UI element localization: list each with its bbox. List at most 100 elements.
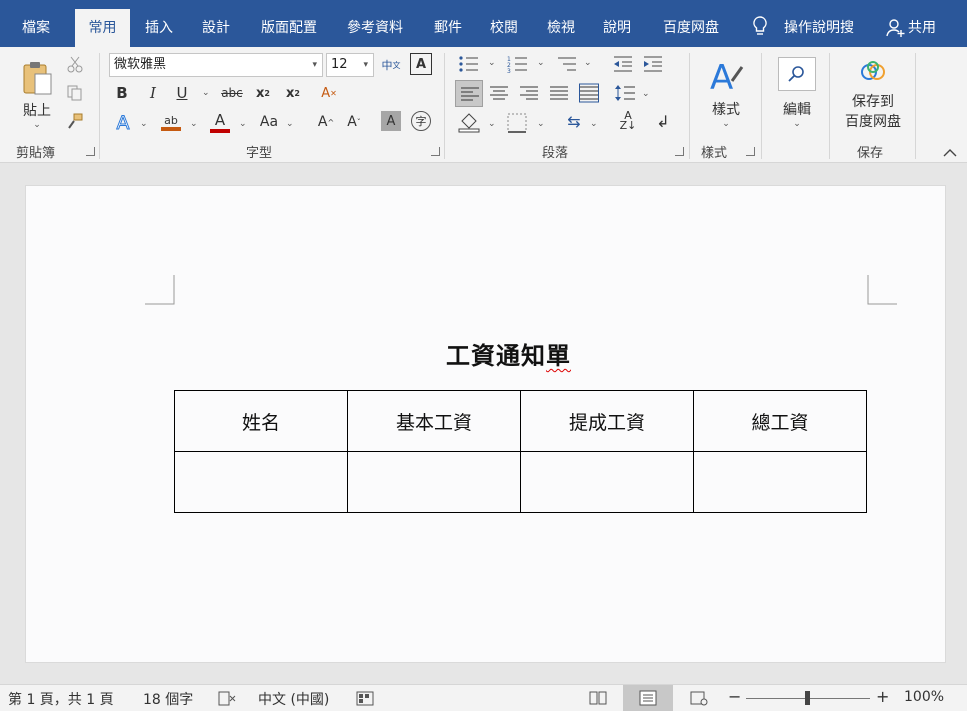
align-right-icon[interactable] (519, 85, 539, 101)
shading-icon[interactable] (458, 111, 480, 133)
tab-view[interactable]: 檢視 (537, 9, 585, 47)
tab-layout[interactable]: 版面配置 (250, 9, 328, 47)
chevron-down-icon[interactable]: ⌄ (642, 89, 650, 99)
table-cell-commission[interactable]: 提成工資 (520, 390, 694, 452)
sort-icon[interactable]: A Z↓ (617, 109, 639, 133)
web-layout-icon[interactable] (689, 690, 709, 706)
table-cell-base-salary[interactable]: 基本工資 (347, 390, 521, 452)
clipboard-launcher-icon[interactable] (86, 147, 95, 156)
share-button[interactable]: 共用 (908, 9, 936, 47)
enclose-characters-icon[interactable]: 字 (411, 111, 431, 131)
character-border-icon[interactable]: A (410, 53, 432, 75)
font-size-combo[interactable]: 12 ▾ (326, 53, 374, 77)
styles-button[interactable]: A 樣式 ⌄ (700, 53, 752, 133)
macro-record-icon[interactable] (356, 691, 374, 707)
superscript-icon[interactable]: x2 (282, 82, 304, 104)
chevron-down-icon[interactable]: ⌄ (590, 119, 598, 129)
multilevel-list-icon[interactable] (556, 55, 578, 73)
font-name-combo[interactable]: 微软雅黑 ▾ (109, 53, 323, 77)
chevron-down-icon[interactable]: ⌄ (190, 119, 198, 129)
chevron-down-icon[interactable]: ⌄ (488, 119, 496, 129)
font-group-label: 字型 (246, 146, 273, 161)
align-center-icon[interactable] (489, 85, 509, 101)
paragraph-launcher-icon[interactable] (675, 147, 684, 156)
page-count[interactable]: 第 1 頁，共 1 頁 (8, 689, 114, 709)
chevron-down-icon[interactable]: ⌄ (140, 119, 148, 129)
highlight-icon[interactable]: ab (160, 109, 182, 135)
decrease-indent-icon[interactable] (612, 55, 634, 73)
chevron-down-icon[interactable]: ⌄ (537, 119, 545, 129)
tab-home[interactable]: 常用 (75, 9, 130, 47)
distributed-icon[interactable] (579, 83, 599, 103)
tab-help[interactable]: 說明 (593, 9, 641, 47)
zoom-slider-thumb[interactable] (805, 691, 810, 705)
show-marks-icon[interactable]: ↲ (652, 109, 674, 133)
tell-me-search[interactable]: 操作說明搜 (784, 9, 854, 47)
tab-insert[interactable]: 插入 (135, 9, 183, 47)
chevron-down-icon[interactable]: ⌄ (584, 58, 592, 68)
shrink-font-icon[interactable]: Aˇ (344, 111, 364, 133)
strikethrough-icon[interactable]: abc (219, 82, 245, 104)
line-spacing-icon[interactable] (614, 83, 636, 103)
underline-icon[interactable]: U (172, 82, 192, 104)
table-cell-empty[interactable] (347, 451, 521, 513)
editing-label: 編輯 (783, 102, 811, 118)
font-color-icon[interactable]: A (209, 109, 231, 135)
word-count[interactable]: 18 個字 (143, 689, 193, 709)
document-title[interactable]: 工資通知單 (446, 336, 571, 371)
tab-design[interactable]: 設計 (192, 9, 240, 47)
collapse-ribbon-icon[interactable] (943, 148, 957, 157)
copy-icon[interactable] (66, 84, 84, 102)
bullets-icon[interactable] (458, 55, 480, 73)
font-launcher-icon[interactable] (431, 147, 440, 156)
editing-frame (778, 57, 816, 91)
table-cell-total-salary[interactable]: 總工資 (693, 390, 867, 452)
table-cell-name[interactable]: 姓名 (174, 390, 348, 452)
italic-icon[interactable]: I (143, 82, 163, 104)
asian-layout-icon[interactable]: ⇆ (562, 109, 586, 133)
save-to-baidu-button[interactable]: 保存到 百度网盘 (838, 55, 908, 135)
crop-mark-top-left (145, 275, 175, 305)
borders-icon[interactable] (507, 113, 527, 133)
chevron-down-icon[interactable]: ⌄ (202, 88, 210, 98)
chevron-down-icon[interactable]: ⌄ (537, 58, 545, 68)
proofing-icon[interactable] (218, 691, 236, 707)
chevron-down-icon[interactable]: ⌄ (488, 58, 496, 68)
character-shading-icon[interactable]: A (381, 111, 401, 131)
tab-references[interactable]: 參考資料 (336, 9, 414, 47)
tab-review[interactable]: 校閱 (480, 9, 528, 47)
zoom-out-button[interactable]: − (728, 687, 741, 706)
print-layout-button[interactable] (623, 685, 673, 711)
table-cell-empty[interactable] (520, 451, 694, 513)
text-effects-icon[interactable]: A (112, 111, 134, 135)
align-left-button[interactable] (455, 80, 483, 107)
zoom-in-button[interactable]: + (876, 687, 889, 706)
tab-mailings[interactable]: 郵件 (424, 9, 472, 47)
paragraph-group-label: 段落 (542, 146, 569, 161)
styles-launcher-icon[interactable] (746, 147, 755, 156)
zoom-level[interactable]: 100% (904, 689, 944, 705)
tab-baidu-netdisk[interactable]: 百度网盘 (652, 9, 730, 47)
table-cell-empty[interactable] (693, 451, 867, 513)
read-mode-icon[interactable] (588, 690, 608, 706)
phonetic-guide-icon[interactable]: 中文 (380, 53, 402, 77)
document-page[interactable]: 工資通知單 姓名 基本工資 提成工資 總工資 (25, 185, 946, 663)
table-cell-empty[interactable] (174, 451, 348, 513)
increase-indent-icon[interactable] (642, 55, 664, 73)
format-painter-icon[interactable] (66, 113, 84, 131)
change-case-icon[interactable]: Aa (256, 111, 282, 133)
justify-icon[interactable] (549, 85, 569, 101)
cut-icon[interactable] (66, 55, 84, 73)
subscript-icon[interactable]: x2 (252, 82, 274, 104)
font-name-value: 微软雅黑 (114, 57, 167, 72)
numbering-icon[interactable]: 123 (507, 55, 529, 73)
grow-font-icon[interactable]: A ^ (316, 111, 336, 133)
chevron-down-icon[interactable]: ⌄ (239, 119, 247, 129)
bold-icon[interactable]: B (112, 82, 132, 104)
tab-file[interactable]: 檔案 (12, 9, 60, 47)
paste-button[interactable]: 貼上 ⌄ (14, 55, 60, 135)
language-indicator[interactable]: 中文 (中國) (258, 689, 329, 709)
chevron-down-icon[interactable]: ⌄ (286, 119, 294, 129)
clear-formatting-icon[interactable]: A ✕ (318, 80, 340, 106)
editing-button[interactable]: 編輯 ⌄ (772, 53, 822, 133)
